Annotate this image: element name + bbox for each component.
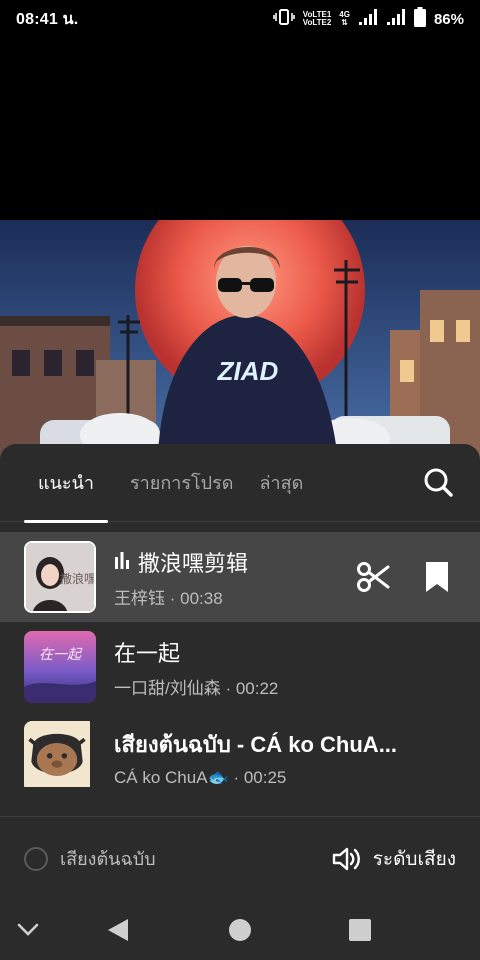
trim-button[interactable] (356, 560, 390, 599)
song-cover (24, 721, 96, 793)
song-title: เสียงต้นฉบับ - CÁ ko ChuA... (114, 731, 398, 757)
song-cover: 撒浪嘿 (24, 541, 96, 613)
volte-indicator: VoLTE1 VoLTE2 (302, 10, 332, 27)
volume-button[interactable]: ระดับเสียง (331, 844, 456, 874)
volume-label: ระดับเสียง (372, 848, 456, 870)
scissors-icon (357, 562, 390, 592)
tab-recent[interactable]: ล่าสุด (259, 444, 303, 522)
song-actions (356, 560, 450, 599)
song-title: 撒浪嘿剪辑 (138, 550, 249, 576)
song-list: 撒浪嘿 撒浪嘿剪辑 王梓钰 · 00:38 在一起 在一起 一口甜/刘仙森 · … (0, 532, 480, 802)
search-button[interactable] (422, 466, 454, 498)
song-item[interactable]: 在一起 在一起 一口甜/刘仙森 · 00:22 (0, 622, 480, 712)
song-title-line: 在一起 (114, 636, 278, 668)
bookmark-button[interactable] (424, 560, 450, 599)
video-frame-image: ZIAD (0, 220, 480, 460)
tab-recommended[interactable]: แนะนำ (24, 444, 108, 523)
song-info: เสียงต้นฉบับ - CÁ ko ChuA... CÁ ko ChuA🐟… (114, 727, 397, 788)
song-item[interactable]: เสียงต้นฉบับ - CÁ ko ChuA... CÁ ko ChuA🐟… (0, 712, 480, 802)
status-bar: 08:41 น. VoLTE1 VoLTE2 4G ⇅ 86% (0, 0, 480, 38)
home-circle-icon (229, 919, 251, 941)
song-duration: 00:38 (180, 588, 223, 608)
battery-level: 86% (433, 10, 464, 28)
status-time: 08:41 น. (16, 10, 79, 28)
song-title-line: 撒浪嘿剪辑 (114, 546, 248, 578)
network-type: 4G ⇅ (339, 10, 350, 27)
original-sound-label: เสียงต้นฉบับ (60, 849, 156, 869)
song-meta: CÁ ko ChuA🐟 · 00:25 (114, 767, 287, 787)
system-nav-bar (0, 900, 480, 960)
signal-icon-2 (386, 8, 406, 30)
song-duration: 00:25 (243, 767, 287, 787)
original-sound-radio[interactable] (24, 846, 48, 871)
back-triangle-icon (108, 919, 128, 941)
song-artist: CÁ ko ChuA🐟 (114, 767, 229, 787)
song-item[interactable]: 撒浪嘿 撒浪嘿剪辑 王梓钰 · 00:38 (0, 532, 480, 622)
song-info: 在一起 一口甜/刘仙森 · 00:22 (114, 636, 278, 699)
tab-favorites[interactable]: รายการโปรด (130, 444, 233, 522)
nav-home-button[interactable] (222, 912, 258, 948)
song-info: 撒浪嘿剪辑 王梓钰 · 00:38 (114, 546, 248, 609)
volume-icon (332, 847, 360, 870)
signal-icon (358, 8, 378, 30)
song-artist: 一口甜/刘仙森 (114, 678, 221, 698)
nav-recents-button[interactable] (342, 912, 378, 948)
playing-bars-icon (114, 549, 130, 575)
video-preview[interactable]: ZIAD (0, 220, 480, 460)
nav-collapse-button[interactable] (10, 912, 46, 948)
song-cover: 在一起 (24, 631, 96, 703)
song-title-line: เสียงต้นฉบับ - CÁ ko ChuA... (114, 727, 397, 762)
vibrate-icon (272, 9, 295, 29)
song-duration: 00:22 (235, 678, 279, 698)
bookmark-icon (426, 562, 448, 592)
chevron-down-icon (17, 923, 39, 936)
song-meta: 王梓钰 · 00:38 (114, 588, 223, 608)
song-title: 在一起 (114, 640, 181, 666)
svg-text:ZIAD: ZIAD (217, 356, 279, 386)
svg-text:在一起: 在一起 (39, 647, 83, 663)
search-icon (424, 468, 453, 497)
battery-icon (413, 7, 426, 31)
sound-footer: เสียงต้นฉบับ ระดับเสียง (0, 816, 480, 900)
song-artist: 王梓钰 (114, 588, 165, 608)
recents-square-icon (349, 919, 371, 941)
status-icons: VoLTE1 VoLTE2 4G ⇅ 86% (272, 7, 464, 31)
song-meta: 一口甜/刘仙森 · 00:22 (114, 678, 279, 698)
nav-back-button[interactable] (100, 912, 136, 948)
svg-text:撒浪嘿: 撒浪嘿 (60, 571, 96, 586)
music-tabs: แนะนำ รายการโปรด ล่าสุด (0, 444, 480, 523)
